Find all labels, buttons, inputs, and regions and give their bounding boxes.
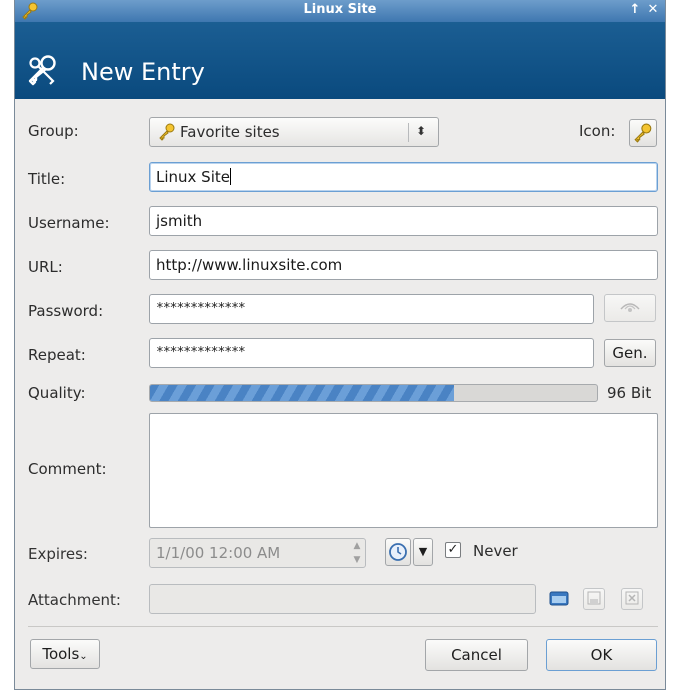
updown-arrow-icon: ⬍ [416,124,427,138]
title-input[interactable]: Linux Site [149,162,658,192]
quality-value: 96 Bit [607,384,652,402]
never-label: Never [473,542,518,560]
footer-separator [28,626,658,627]
group-combobox[interactable]: Favorite sites ⬍ [149,117,439,147]
title-value: Linux Site [156,168,230,186]
group-value: Favorite sites [180,123,280,141]
dialog-window: Linux Site ↑ ✕ New Entry Group: Favorite… [14,0,666,690]
group-label: Group: [28,122,79,140]
tools-menu-button[interactable]: Tools⌄ [30,639,100,669]
attachment-label: Attachment: [28,591,121,609]
save-icon [587,591,601,605]
banner-title: New Entry [81,58,205,86]
keys-icon [28,55,56,86]
url-label: URL: [28,258,63,276]
eye-icon [620,303,640,312]
repeat-password-input[interactable]: ************* [149,338,594,368]
cancel-button[interactable]: Cancel [425,639,528,671]
comment-label: Comment: [28,460,107,478]
combo-separator [408,123,409,142]
spin-up-icon[interactable]: ▲ [350,539,364,554]
open-file-button[interactable] [548,588,572,610]
title-label: Title: [28,170,66,188]
attachment-input [149,584,536,614]
never-checkbox[interactable]: ✓ [445,542,461,558]
key-icon [634,123,652,143]
password-label: Password: [28,302,104,320]
comment-textarea[interactable] [149,413,658,528]
close-button[interactable]: ✕ [645,2,661,17]
chevron-down-icon: ⌄ [79,651,88,662]
expires-datetime-input[interactable]: 1/1/00 12:00 AM [149,538,366,568]
clock-icon [389,543,407,561]
spin-down-icon[interactable]: ▼ [350,553,364,568]
quality-label: Quality: [28,384,86,402]
chevron-down-icon[interactable]: ▼ [413,538,433,566]
username-input[interactable]: jsmith [149,206,658,236]
text-cursor [229,168,231,185]
quality-progress-bar [149,384,598,402]
tools-label: Tools [42,645,80,663]
header-banner: New Entry [15,22,665,99]
key-icon [159,123,175,141]
quality-progress-fill [150,385,454,401]
icon-label: Icon: [579,122,616,140]
username-label: Username: [28,214,110,232]
maximize-button[interactable]: ↑ [627,2,643,17]
url-input[interactable]: http://www.linuxsite.com [149,250,658,280]
delete-attachment-button[interactable] [621,588,643,610]
title-bar[interactable]: Linux Site ↑ ✕ [15,0,665,22]
folder-icon [549,591,569,606]
expires-label: Expires: [28,545,88,563]
window-title: Linux Site [303,2,377,17]
delete-icon [625,591,639,605]
generate-password-button[interactable]: Gen. [604,339,656,367]
password-input[interactable]: ************* [149,294,594,324]
reveal-password-button[interactable] [604,294,656,322]
icon-picker-button[interactable] [629,119,657,147]
save-attachment-button[interactable] [583,588,605,610]
date-preset-button[interactable] [385,538,411,566]
ok-button[interactable]: OK [546,639,657,671]
repeat-label: Repeat: [28,346,86,364]
checkmark-icon: ✓ [447,542,459,557]
